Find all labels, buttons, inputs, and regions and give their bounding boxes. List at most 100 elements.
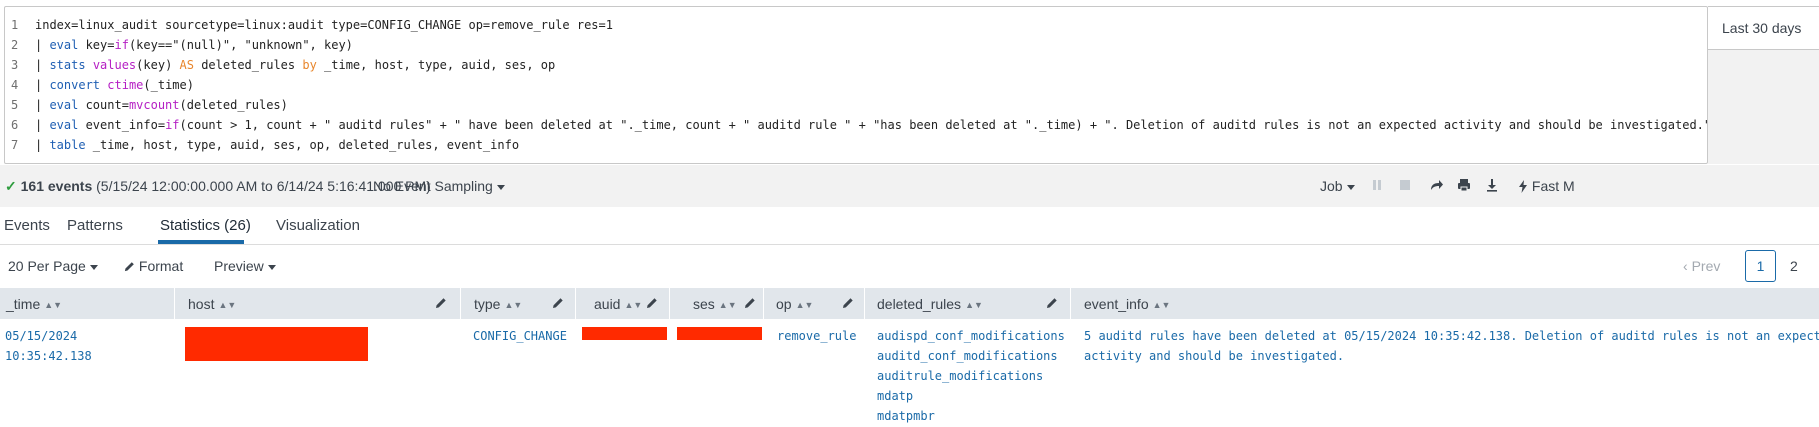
column-label: host	[188, 296, 215, 312]
deleted-rule-value[interactable]: auditd_conf_modifications	[877, 349, 1058, 363]
column-header-op[interactable]: op ▲▼	[765, 288, 865, 319]
print-icon[interactable]	[1456, 177, 1472, 193]
column-header-ses[interactable]: ses ▲▼	[671, 288, 764, 319]
code-token: |	[35, 138, 50, 152]
code-token: count=	[78, 98, 129, 112]
code-token: (key=="(null)", "unknown", key)	[128, 38, 353, 52]
sort-icon[interactable]: ▲▼	[719, 300, 737, 310]
search-mode-menu[interactable]: Fast M	[1518, 178, 1575, 194]
event-info-line: 5 auditd rules have been deleted at 05/1…	[1084, 329, 1819, 343]
line-number: 5	[11, 98, 19, 112]
column-header-auid[interactable]: auid ▲▼	[577, 288, 670, 319]
pause-icon[interactable]	[1369, 177, 1385, 193]
cell-event-info[interactable]: 5 auditd rules have been deleted at 05/1…	[1084, 326, 1819, 366]
code-token: values	[92, 58, 137, 72]
code-token: |	[35, 78, 50, 92]
cell-time-date: 05/15/2024	[5, 329, 78, 343]
sort-icon[interactable]: ▲▼	[504, 300, 522, 310]
column-label: auid	[594, 296, 621, 312]
line-number: 1	[11, 18, 19, 32]
column-header-type[interactable]: type ▲▼	[462, 288, 576, 319]
code-token: _time, host, type, auid, ses, op	[316, 58, 556, 72]
line-number: 6	[11, 118, 19, 132]
deleted-rule-value[interactable]: auditrule_modifications	[877, 369, 1043, 383]
job-menu[interactable]: Job	[1320, 178, 1355, 194]
edit-column-icon[interactable]	[842, 297, 854, 309]
tab-patterns[interactable]: Patterns	[67, 217, 123, 234]
deleted-rule-value[interactable]: mdatpmbr	[877, 409, 935, 423]
edit-column-icon[interactable]	[744, 297, 756, 309]
search-code: index=linux_audit sourcetype=linux:audit…	[35, 15, 613, 35]
column-header-deleted-rules[interactable]: deleted_rules ▲▼	[866, 288, 1071, 319]
prev-page-button[interactable]: ‹ Prev	[1683, 258, 1720, 274]
edit-column-icon[interactable]	[552, 297, 564, 309]
code-token: if	[165, 118, 180, 132]
sort-icon[interactable]: ▲▼	[965, 300, 983, 310]
redacted-auid	[582, 327, 667, 340]
edit-column-icon[interactable]	[1046, 297, 1058, 309]
pencil-icon	[124, 262, 134, 272]
search-code: | stats values(key) AS deleted_rules by …	[35, 55, 555, 75]
page-2-button[interactable]: 2	[1790, 258, 1798, 274]
code-token: eval	[49, 118, 79, 132]
sort-icon[interactable]: ▲▼	[796, 300, 814, 310]
event-sampling-dropdown[interactable]: No Event Sampling	[373, 178, 505, 194]
event-info-line: activity and should be investigated.	[1084, 349, 1345, 363]
share-icon[interactable]	[1428, 177, 1444, 193]
format-button[interactable]: Format	[124, 258, 183, 274]
cell-time[interactable]: 05/15/2024 10:35:42.138	[5, 326, 92, 366]
tab-events[interactable]: Events	[4, 217, 50, 234]
search-code: | table _time, host, type, auid, ses, op…	[35, 135, 519, 155]
export-icon[interactable]	[1484, 177, 1500, 193]
code-token: by	[302, 58, 317, 72]
chevron-down-icon	[267, 264, 276, 270]
preview-dropdown[interactable]: Preview	[214, 258, 276, 274]
per-page-dropdown[interactable]: 20 Per Page	[8, 258, 98, 274]
sort-icon[interactable]: ▲▼	[624, 300, 642, 310]
table-header: _time ▲▼ host ▲▼ type ▲▼ auid ▲▼ ses ▲▼ op ▲▼ …	[0, 288, 1819, 319]
code-token: (_time)	[143, 78, 194, 92]
sort-icon[interactable]: ▲▼	[1153, 300, 1171, 310]
code-token: key=	[78, 38, 115, 52]
code-token: index=linux_audit sourcetype=linux:audit…	[35, 18, 613, 32]
column-header-host[interactable]: host ▲▼	[176, 288, 461, 319]
code-token: |	[35, 118, 50, 132]
tab-visualization[interactable]: Visualization	[276, 217, 360, 234]
line-number: 7	[11, 138, 19, 152]
tab-statistics[interactable]: Statistics (26)	[160, 217, 251, 234]
search-editor[interactable]: 1 index=linux_audit sourcetype=linux:audi…	[4, 6, 1711, 164]
code-token: |	[35, 58, 50, 72]
code-token: |	[35, 38, 50, 52]
code-token: (deleted_rules)	[179, 98, 288, 112]
column-label: op	[776, 296, 792, 312]
code-token: (key)	[136, 58, 180, 72]
column-header-time[interactable]: _time ▲▼	[0, 288, 175, 319]
format-label: Format	[138, 258, 184, 274]
deleted-rule-value[interactable]: mdatp	[877, 389, 913, 403]
search-mode-label: Fast M	[1531, 178, 1575, 194]
column-header-event-info[interactable]: event_info ▲▼	[1072, 288, 1819, 319]
cell-op[interactable]: remove_rule	[777, 326, 856, 346]
event-count: 161 events	[20, 178, 93, 194]
chevron-left-icon: ‹	[1683, 258, 1688, 274]
search-code: | eval event_info=if(count > 1, count + …	[35, 115, 1711, 135]
deleted-rule-value[interactable]: audispd_conf_modifications	[877, 329, 1065, 343]
cell-time-clock: 10:35:42.138	[5, 349, 92, 363]
cell-type[interactable]: CONFIG_CHANGE	[473, 326, 567, 346]
per-page-label: 20 Per Page	[8, 258, 86, 274]
code-token: table	[49, 138, 86, 152]
edit-column-icon[interactable]	[435, 297, 447, 309]
job-status-bar: ✓ 161 events (5/15/24 12:00:00.000 AM to…	[0, 165, 1819, 207]
time-range-picker[interactable]: Last 30 days	[1708, 6, 1819, 50]
chevron-down-icon	[496, 184, 505, 190]
line-number: 4	[11, 78, 19, 92]
code-token: |	[35, 98, 50, 112]
sort-icon[interactable]: ▲▼	[218, 300, 236, 310]
stop-icon[interactable]	[1397, 177, 1413, 193]
sort-icon[interactable]: ▲▼	[44, 300, 62, 310]
page-1-button[interactable]: 1	[1745, 250, 1776, 282]
code-token: _time, host, type, auid, ses, op, delete…	[85, 138, 520, 152]
tabs-divider	[0, 244, 1819, 245]
edit-column-icon[interactable]	[646, 297, 658, 309]
